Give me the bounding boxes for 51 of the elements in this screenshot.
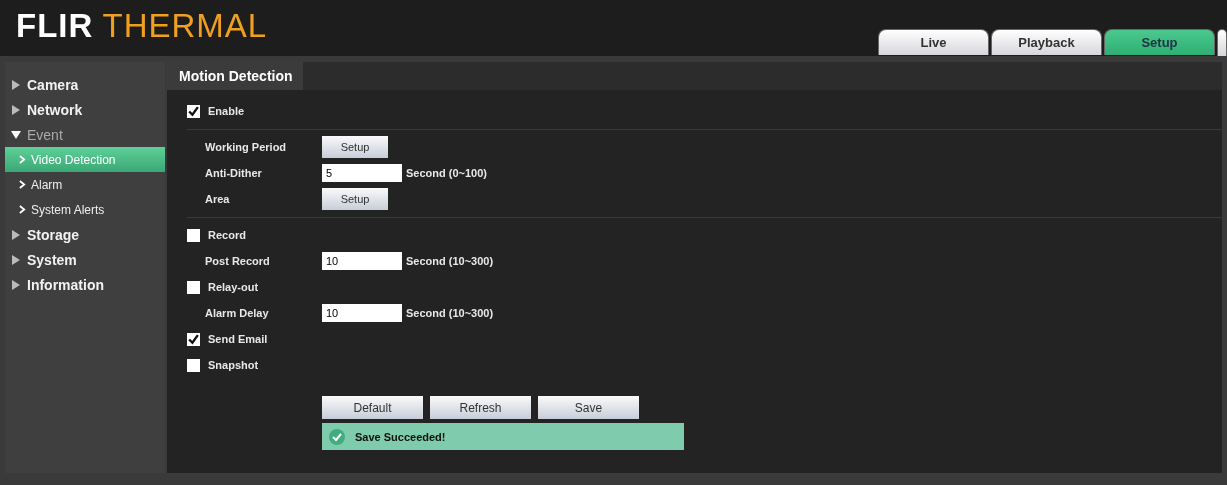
input-field[interactable]: 5 xyxy=(322,164,402,182)
field-label: Area xyxy=(205,193,231,205)
checkbox[interactable] xyxy=(187,332,200,346)
action-button[interactable]: Refresh xyxy=(430,396,531,419)
unit-label: Second (0~100) xyxy=(406,167,487,179)
nav-tab[interactable]: Setup xyxy=(1104,29,1215,55)
checkbox-label: Send Email xyxy=(208,333,268,345)
check-circle-icon xyxy=(329,428,345,445)
caret-right-icon xyxy=(11,79,21,90)
sidebar-item[interactable]: Camera xyxy=(5,72,165,97)
sidebar-item[interactable]: Storage xyxy=(5,222,165,247)
sidebar-subitem[interactable]: Alarm xyxy=(5,172,165,197)
checkbox[interactable] xyxy=(187,228,200,242)
input-field[interactable]: 10 xyxy=(322,252,402,270)
chevron-icon xyxy=(19,155,26,164)
field-label: Post Record xyxy=(205,255,271,267)
checkbox-label: Enable xyxy=(208,105,245,117)
caret-right-icon xyxy=(11,104,21,115)
input-field[interactable]: 10 xyxy=(322,304,402,322)
sidebar-item[interactable]: Information xyxy=(5,272,165,297)
checkbox[interactable] xyxy=(187,104,200,118)
caret-right-icon xyxy=(11,254,21,265)
checkbox[interactable] xyxy=(187,358,200,372)
nav-tab[interactable]: Playback xyxy=(991,29,1102,55)
caret-right-icon xyxy=(11,229,21,240)
setup-button[interactable]: Setup xyxy=(322,136,388,158)
chevron-icon xyxy=(19,180,26,189)
checkbox-label: Record xyxy=(208,229,246,241)
checkbox-label: Relay-out xyxy=(208,281,259,293)
sidebar-subitem[interactable]: System Alerts xyxy=(5,197,165,222)
sidebar-item[interactable]: System xyxy=(5,247,165,272)
checkbox[interactable] xyxy=(187,280,200,294)
nav-tab[interactable] xyxy=(1217,29,1227,56)
caret-down-icon xyxy=(11,129,21,140)
chevron-icon xyxy=(19,205,26,214)
field-label: Alarm Delay xyxy=(205,307,270,319)
field-label: Working Period xyxy=(205,141,288,153)
status-text: Save Succeeded! xyxy=(355,430,446,443)
sidebar-item[interactable]: Network xyxy=(5,97,165,122)
checkbox-label: Snapshot xyxy=(208,359,259,371)
nav-tab[interactable]: Live xyxy=(878,29,989,55)
caret-right-icon xyxy=(11,279,21,290)
unit-label: Second (10~300) xyxy=(406,255,494,267)
section-tab[interactable]: Motion Detection xyxy=(167,62,303,90)
logo: FLIR THERMAL xyxy=(16,8,268,44)
setup-button[interactable]: Setup xyxy=(322,188,388,210)
sidebar-item[interactable]: Event xyxy=(5,122,165,147)
field-label: Anti-Dither xyxy=(205,167,263,179)
action-button[interactable]: Default xyxy=(322,396,423,419)
action-button[interactable]: Save xyxy=(538,396,639,419)
unit-label: Second (10~300) xyxy=(406,307,494,319)
